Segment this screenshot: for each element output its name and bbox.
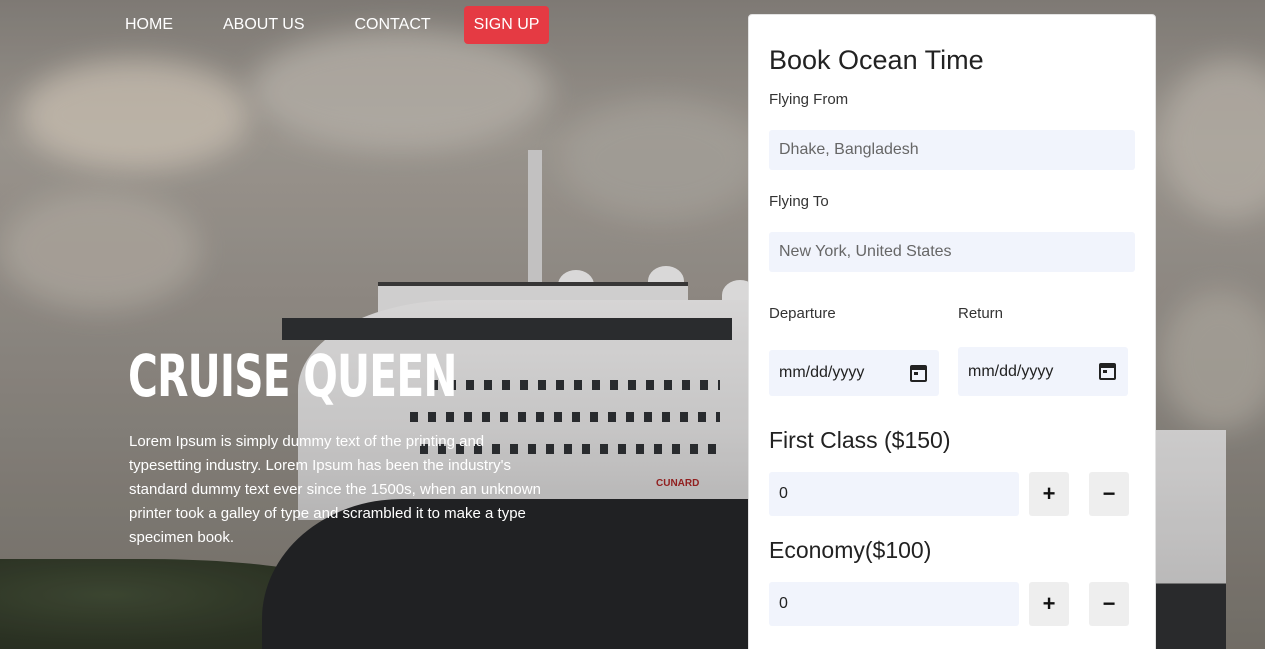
main-nav: HOME ABOUT US CONTACT SIGN UP — [112, 6, 573, 44]
return-date-input[interactable]: mm/dd/yyyy — [958, 347, 1128, 396]
economy-minus-button[interactable]: − — [1089, 582, 1129, 626]
first-class-minus-button[interactable]: − — [1089, 472, 1129, 516]
economy-quantity-input[interactable]: 0 — [769, 582, 1019, 626]
return-label: Return — [958, 305, 1004, 322]
nav-contact[interactable]: CONTACT — [342, 6, 444, 44]
economy-title: Economy($100) — [769, 537, 932, 563]
booking-card: Book Ocean Time Flying From Dhake, Bangl… — [748, 14, 1156, 649]
first-class-quantity-input[interactable]: 0 — [769, 472, 1019, 516]
return-date-value: mm/dd/yyyy — [968, 362, 1054, 380]
hero-title: CRUISE QUEEN — [128, 342, 457, 410]
flying-to-input[interactable]: New York, United States — [769, 232, 1135, 272]
nav-home[interactable]: HOME — [112, 6, 186, 44]
first-class-title: First Class ($150) — [769, 427, 951, 453]
signup-button[interactable]: SIGN UP — [463, 6, 550, 44]
flying-from-input[interactable]: Dhake, Bangladesh — [769, 130, 1135, 170]
departure-label: Departure — [769, 305, 836, 322]
calendar-icon[interactable] — [910, 364, 927, 382]
first-class-plus-button[interactable]: + — [1029, 472, 1069, 516]
departure-date-value: mm/dd/yyyy — [779, 364, 865, 381]
flying-to-label: Flying To — [769, 193, 829, 210]
booking-title: Book Ocean Time — [769, 45, 984, 75]
departure-date-input[interactable]: mm/dd/yyyy — [769, 350, 939, 396]
flying-from-label: Flying From — [769, 91, 849, 108]
nav-about-us[interactable]: ABOUT US — [210, 6, 318, 44]
hero-description: Lorem Ipsum is simply dummy text of the … — [129, 433, 541, 546]
economy-plus-button[interactable]: + — [1029, 582, 1069, 626]
calendar-icon[interactable] — [1099, 363, 1116, 380]
